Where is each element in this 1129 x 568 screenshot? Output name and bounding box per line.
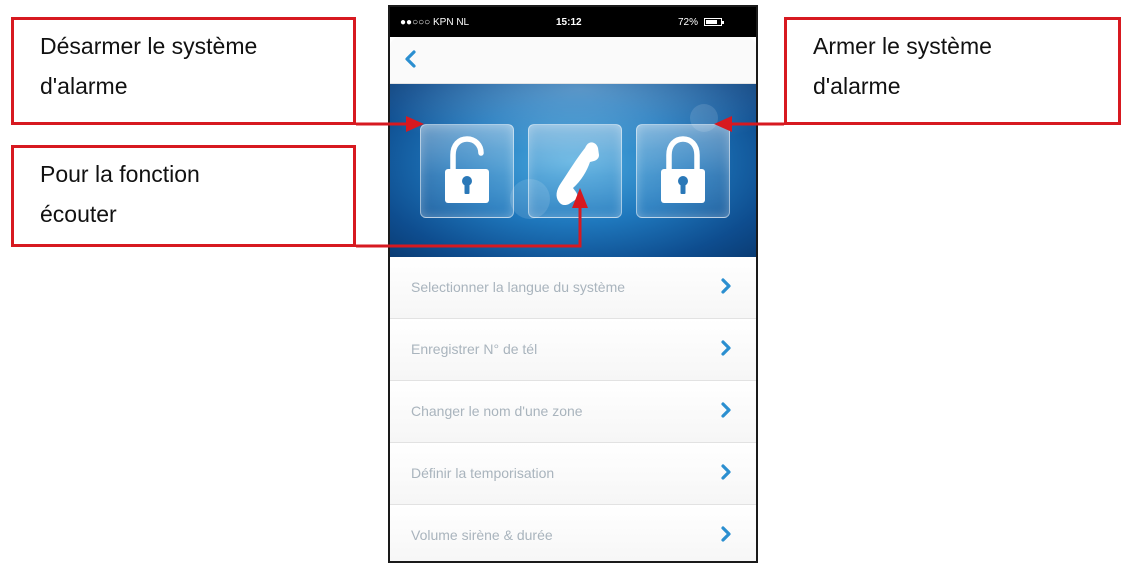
menu-item-label: Changer le nom d'une zone — [411, 403, 583, 419]
callout-disarm-line2: d'alarme — [40, 73, 128, 99]
settings-menu: Selectionner la langue du système Enregi… — [390, 257, 756, 561]
callout-arm-line2: d'alarme — [813, 73, 901, 99]
callout-listen: Pour la fonction écouter — [11, 145, 356, 247]
callout-listen-line2: écouter — [40, 201, 117, 227]
locked-padlock-icon — [661, 136, 705, 203]
chevron-right-icon — [721, 340, 731, 356]
phone-handset-icon — [556, 142, 599, 206]
menu-item-label: Enregistrer N° de tél — [411, 341, 538, 357]
chevron-right-icon — [721, 402, 731, 418]
phone-screen: ●●○○○ KPN NL 15:12 72% Selectionner la l… — [388, 5, 758, 563]
chevron-right-icon — [721, 278, 731, 294]
menu-item-siren-volume[interactable]: Volume sirène & durée — [390, 505, 756, 561]
clock-label: 15:12 — [556, 17, 582, 28]
back-button[interactable] — [400, 48, 422, 70]
menu-item-label: Volume sirène & durée — [411, 527, 553, 543]
menu-item-label: Selectionner la langue du système — [411, 279, 626, 295]
unlocked-padlock-icon — [445, 136, 489, 203]
chevron-left-icon — [405, 50, 416, 68]
callout-arm-line1: Armer le système — [813, 33, 992, 59]
battery-percent: 72% — [678, 17, 699, 28]
control-banner — [390, 84, 756, 257]
chevron-right-icon — [721, 526, 731, 542]
menu-item-delay[interactable]: Définir la temporisation — [390, 443, 756, 505]
callout-disarm: Désarmer le système d'alarme — [11, 17, 356, 125]
menu-item-phone-numbers[interactable]: Enregistrer N° de tél — [390, 319, 756, 381]
disarm-button[interactable] — [420, 124, 514, 218]
arm-button[interactable] — [636, 124, 730, 218]
callout-listen-line1: Pour la fonction — [40, 161, 200, 187]
nav-bar — [390, 37, 756, 84]
callout-arm: Armer le système d'alarme — [784, 17, 1121, 125]
battery-icon — [704, 18, 724, 26]
listen-button[interactable] — [528, 124, 622, 218]
status-bar: ●●○○○ KPN NL 15:12 72% — [390, 7, 756, 37]
menu-item-zone-name[interactable]: Changer le nom d'une zone — [390, 381, 756, 443]
menu-item-system-language[interactable]: Selectionner la langue du système — [390, 257, 756, 319]
menu-item-label: Définir la temporisation — [411, 465, 555, 481]
callout-disarm-line1: Désarmer le système — [40, 33, 258, 59]
carrier-label: ●●○○○ KPN NL — [400, 17, 470, 28]
chevron-right-icon — [721, 464, 731, 480]
